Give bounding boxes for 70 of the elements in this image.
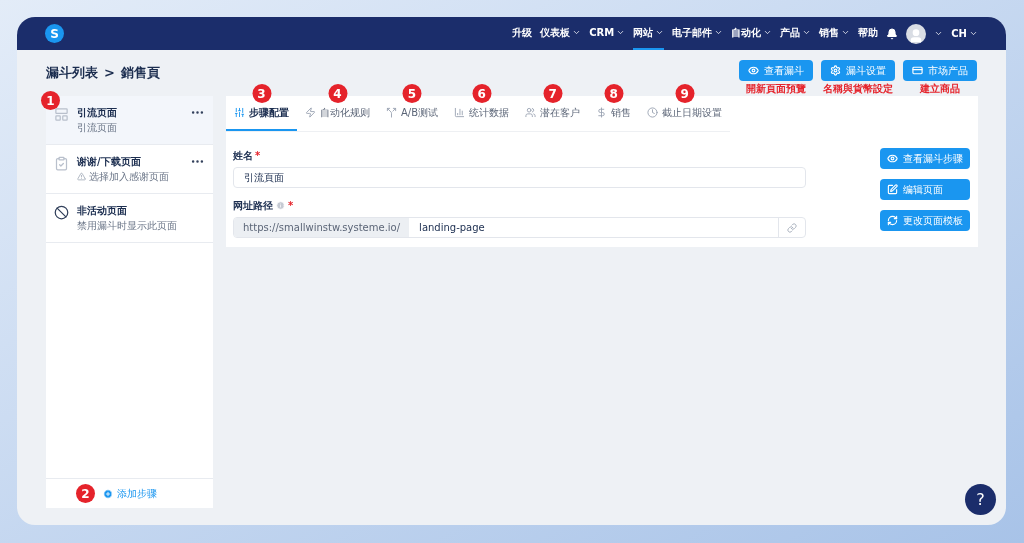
plus-icon xyxy=(103,488,113,499)
chart-icon xyxy=(454,107,466,118)
chevron-icon xyxy=(655,28,665,37)
edit-icon xyxy=(887,184,898,195)
page-icon xyxy=(54,107,69,122)
name-field[interactable]: 引流頁面 xyxy=(233,167,806,188)
breadcrumb-separator: > xyxy=(104,64,115,82)
split-icon xyxy=(386,107,397,118)
url-field[interactable]: https://smallwinstw.systeme.io/ landing-page xyxy=(233,217,806,238)
bolt-icon xyxy=(305,107,316,118)
nav-item[interactable]: 销售 xyxy=(819,17,851,50)
chevron-icon xyxy=(616,28,626,37)
warning-icon xyxy=(77,172,86,181)
required-mark: * xyxy=(288,199,294,213)
help-button[interactable]: ? xyxy=(965,484,996,515)
nav-item[interactable]: 仪表板 xyxy=(540,17,582,50)
number-marker: 5 xyxy=(402,84,422,103)
nav-item[interactable]: CRM xyxy=(589,17,626,50)
card-icon xyxy=(912,65,923,76)
chevron-icon xyxy=(763,28,773,37)
step-title: 谢谢/下载页面 xyxy=(77,155,142,169)
bell-icon[interactable] xyxy=(886,27,899,40)
step-subtitle: 禁用漏斗时显示此页面 xyxy=(77,219,177,233)
field-label: 姓名 xyxy=(233,149,253,163)
step-subtitle: 选择加入感谢页面 xyxy=(89,170,169,184)
nav-item[interactable]: 电子邮件 xyxy=(672,17,724,50)
chevron-icon xyxy=(969,29,978,38)
url-slug: landing-page xyxy=(418,221,486,235)
number-marker: 6 xyxy=(472,84,492,103)
clipboard-icon xyxy=(54,156,69,171)
number-marker: 8 xyxy=(604,84,624,103)
refresh-icon xyxy=(887,215,898,226)
nav-item[interactable]: 升级 xyxy=(512,17,533,50)
url-prefix: https://smallwinstw.systeme.io/ xyxy=(234,218,410,237)
chevron-icon[interactable] xyxy=(934,29,944,38)
number-marker: 4 xyxy=(328,84,347,103)
step-subtitle: 引流页面 xyxy=(77,121,117,135)
annotation-caption: 名稱與貨幣設定 xyxy=(823,83,893,95)
sliders-icon xyxy=(234,107,245,118)
chevron-icon xyxy=(802,28,812,37)
chevron-icon xyxy=(841,28,851,37)
clock-icon xyxy=(647,107,659,118)
number-marker: 9 xyxy=(675,84,695,103)
required-mark: * xyxy=(255,149,261,163)
nav-item[interactable]: 网站 xyxy=(633,17,665,50)
annotation-caption: 建立商品 xyxy=(920,83,960,95)
gear-icon xyxy=(830,65,841,76)
annotation-caption: 開新頁面預覽 xyxy=(746,83,806,95)
eye-icon xyxy=(887,153,898,164)
chevron-icon xyxy=(714,28,724,37)
chevron-icon xyxy=(572,28,582,37)
number-marker: 3 xyxy=(252,84,271,103)
avatar[interactable] xyxy=(906,23,927,44)
number-marker: 2 xyxy=(76,484,95,503)
breadcrumb-current: 銷售頁 xyxy=(120,64,160,82)
language-menu[interactable]: CH xyxy=(951,26,978,41)
nav-item[interactable]: 自动化 xyxy=(731,17,773,50)
number-marker: 7 xyxy=(543,84,563,103)
step-title: 引流页面 xyxy=(77,106,118,120)
number-marker: 1 xyxy=(41,91,60,110)
dollar-icon xyxy=(596,107,608,118)
nav-item[interactable]: 产品 xyxy=(780,17,812,50)
nav-item[interactable]: 帮助 xyxy=(858,17,879,50)
users-icon xyxy=(525,107,537,118)
link-icon xyxy=(787,222,797,233)
prohibited-icon xyxy=(54,205,69,220)
eye-icon xyxy=(748,65,759,76)
field-label: 网址路径 xyxy=(233,199,273,213)
step-title: 非活动页面 xyxy=(77,204,128,218)
breadcrumb-link[interactable]: 漏斗列表 xyxy=(46,63,98,83)
